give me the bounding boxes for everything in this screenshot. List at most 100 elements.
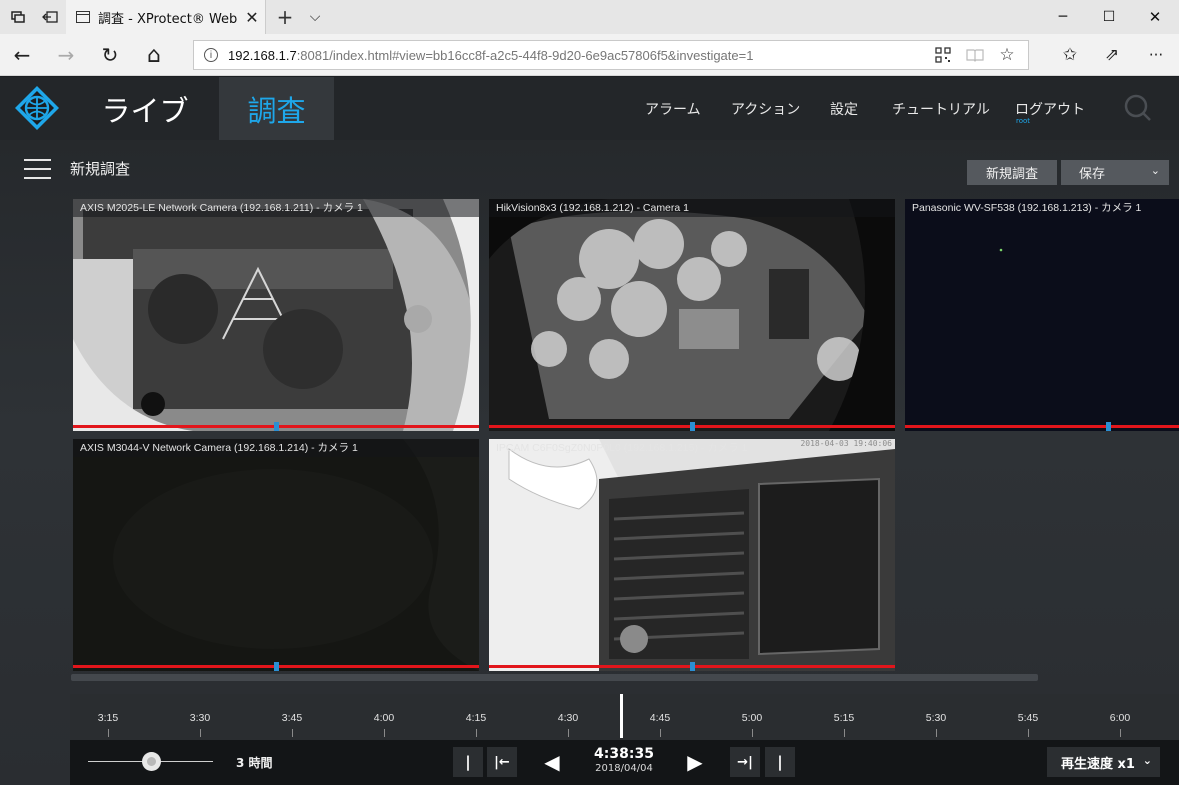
playback-controls: 3 時間 | |← ◀ 4:38:35 2018/04/04 ▶ →| | 再生… xyxy=(70,740,1179,785)
timeline-ruler[interactable]: 3:15 3:30 3:45 4:00 4:15 4:30 4:45 5:00 5:15 5:30… xyxy=(70,694,1179,740)
camera-2-feed xyxy=(489,199,895,431)
camera-4-feed xyxy=(73,439,479,671)
url-host: 192.168.1.7 xyxy=(228,47,297,63)
timeline-tick-mark xyxy=(1120,729,1121,737)
browser-tab[interactable]: 調査 - XProtect® Web Cl ✕ xyxy=(66,0,266,34)
camera-5-feed xyxy=(489,439,895,671)
camera-4-playhead[interactable] xyxy=(274,662,279,671)
favorite-star-icon[interactable]: ☆ xyxy=(992,40,1022,70)
timespan-slider-knob[interactable] xyxy=(142,752,161,771)
new-tab-button[interactable]: + xyxy=(270,0,300,34)
skip-to-start-button[interactable]: |← xyxy=(487,747,517,777)
camera-tile-3[interactable]: Panasonic WV-SF538 (192.168.1.213) - カメラ… xyxy=(905,199,1179,431)
minimize-button[interactable]: ─ xyxy=(1040,0,1086,34)
tab-investigation[interactable]: 調査 xyxy=(219,77,334,140)
camera-5-overlay-timestamp: 2018-04-03 19:40:06 xyxy=(800,439,892,448)
skip-to-end-button[interactable]: →| xyxy=(730,747,760,777)
playback-speed-label: 再生速度 x1 xyxy=(1061,756,1135,772)
share-icon[interactable]: ⇗ xyxy=(1090,34,1134,76)
timeline-tick-label: 5:30 xyxy=(925,712,947,724)
horizontal-scrollbar[interactable] xyxy=(71,674,1038,681)
timeline-tick-mark xyxy=(384,729,385,737)
timeline-tick-label: 5:15 xyxy=(833,712,855,724)
investigation-toolbar: 新規調査 新規調査 保存 ⌄ xyxy=(0,140,1179,198)
refresh-button[interactable]: ↻ xyxy=(88,34,132,76)
previous-sequence-button[interactable]: | xyxy=(453,747,483,777)
timeline-tick-label: 3:45 xyxy=(281,712,303,724)
tab-list-button[interactable]: ⌵ xyxy=(300,0,330,34)
new-investigation-button[interactable]: 新規調査 xyxy=(967,160,1057,185)
save-dropdown-button[interactable]: 保存 ⌄ xyxy=(1061,160,1169,185)
investigation-title: 新規調査 xyxy=(70,160,131,178)
timeline-tick-label: 3:15 xyxy=(97,712,119,724)
hamburger-menu-icon[interactable] xyxy=(24,159,51,179)
timeline-tick-label: 3:30 xyxy=(189,712,211,724)
camera-tile-5[interactable]: IPCAM C6F0SgZ0N0P0L0 (192.168.1.215) - カ… xyxy=(489,439,895,671)
save-label: 保存 xyxy=(1079,167,1106,182)
maximize-button[interactable]: ☐ xyxy=(1086,0,1132,34)
timeline-cursor[interactable] xyxy=(620,694,623,738)
reading-view-icon[interactable] xyxy=(960,40,990,70)
camera-tile-2[interactable]: HikVision8x3 (192.168.1.212) - Camera 1 xyxy=(489,199,895,431)
chevron-down-icon: ⌄ xyxy=(1142,754,1152,767)
page-icon xyxy=(76,11,90,23)
camera-3-feed xyxy=(905,199,1179,431)
more-icon[interactable]: ··· xyxy=(1134,34,1178,76)
camera-tile-4[interactable]: AXIS M3044-V Network Camera (192.168.1.2… xyxy=(73,439,479,671)
menu-alarms[interactable]: アラーム xyxy=(645,77,701,140)
current-date: 2018/04/04 xyxy=(595,763,653,774)
url-path: :8081/index.html#view=bb16cc8f-a2c5-44f8… xyxy=(296,47,754,63)
timespan-label: 3 時間 xyxy=(236,756,273,770)
search-icon[interactable] xyxy=(1124,94,1152,122)
menu-tutorial[interactable]: チュートリアル xyxy=(892,77,990,140)
menu-logout[interactable]: ログアウト xyxy=(1015,77,1085,140)
camera-2-playhead[interactable] xyxy=(690,422,695,431)
tabs-aside-icon[interactable] xyxy=(2,0,34,34)
camera-3-playhead[interactable] xyxy=(1106,422,1111,431)
camera-5-playhead[interactable] xyxy=(690,662,695,671)
favorites-hub-icon[interactable]: ✩ xyxy=(1048,34,1092,76)
camera-3-timeline-bar xyxy=(905,425,1179,428)
timeline-tick-mark xyxy=(936,729,937,737)
tab-live[interactable]: ライブ xyxy=(86,77,204,140)
forward-button[interactable]: → xyxy=(44,34,88,76)
play-reverse-button[interactable]: ◀ xyxy=(537,748,567,776)
camera-1-feed xyxy=(73,199,479,431)
timeline-tick-mark xyxy=(568,729,569,737)
camera-1-playhead[interactable] xyxy=(274,422,279,431)
camera-1-title: AXIS M2025-LE Network Camera (192.168.1.… xyxy=(73,199,479,217)
play-forward-button[interactable]: ▶ xyxy=(680,748,710,776)
timeline-tick-label: 5:45 xyxy=(1017,712,1039,724)
timeline-tick-mark xyxy=(1028,729,1029,737)
timeline-tick-label: 4:00 xyxy=(373,712,395,724)
milestone-logo-icon xyxy=(14,85,60,131)
next-sequence-button[interactable]: | xyxy=(765,747,795,777)
timeline-tick-label: 5:00 xyxy=(741,712,763,724)
timeline-tick-mark xyxy=(752,729,753,737)
timeline-tick-mark xyxy=(292,729,293,737)
top-navigation: ライブ 調査 アラーム アクション 設定 チュートリアル ログアウト root xyxy=(0,77,1179,140)
timeline-tick-label: 4:15 xyxy=(465,712,487,724)
chevron-down-icon: ⌄ xyxy=(1150,164,1160,177)
site-info-icon[interactable]: i xyxy=(204,48,218,62)
menu-settings[interactable]: 設定 xyxy=(830,77,858,140)
set-tabs-aside-icon[interactable] xyxy=(34,0,66,34)
timeline-tick-label: 4:30 xyxy=(557,712,579,724)
address-field[interactable]: i 192.168.1.7 :8081/index.html#view=bb16… xyxy=(193,40,1029,70)
camera-4-title: AXIS M3044-V Network Camera (192.168.1.2… xyxy=(73,439,479,457)
timeline-tick-mark xyxy=(476,729,477,737)
camera-tile-1[interactable]: AXIS M2025-LE Network Camera (192.168.1.… xyxy=(73,199,479,431)
back-button[interactable]: ← xyxy=(0,34,44,76)
menu-actions[interactable]: アクション xyxy=(731,77,800,140)
camera-3-title: Panasonic WV-SF538 (192.168.1.213) - カメラ… xyxy=(912,202,1142,214)
window-close-button[interactable]: ✕ xyxy=(1132,0,1178,34)
home-button[interactable]: ⌂ xyxy=(132,34,176,76)
playback-speed-dropdown[interactable]: 再生速度 x1 ⌄ xyxy=(1047,747,1160,777)
timeline-tick-mark xyxy=(660,729,661,737)
browser-tab-strip: 調査 - XProtect® Web Cl ✕ + ⌵ ─ ☐ ✕ xyxy=(0,0,1179,34)
qr-code-icon[interactable] xyxy=(928,40,958,70)
address-bar-row: ← → ↻ ⌂ i 192.168.1.7 :8081/index.html#v… xyxy=(0,34,1179,76)
timeline-tick-label: 6:00 xyxy=(1109,712,1131,724)
timeline-tick-label: 4:45 xyxy=(649,712,671,724)
tab-close-icon[interactable]: ✕ xyxy=(239,0,265,34)
